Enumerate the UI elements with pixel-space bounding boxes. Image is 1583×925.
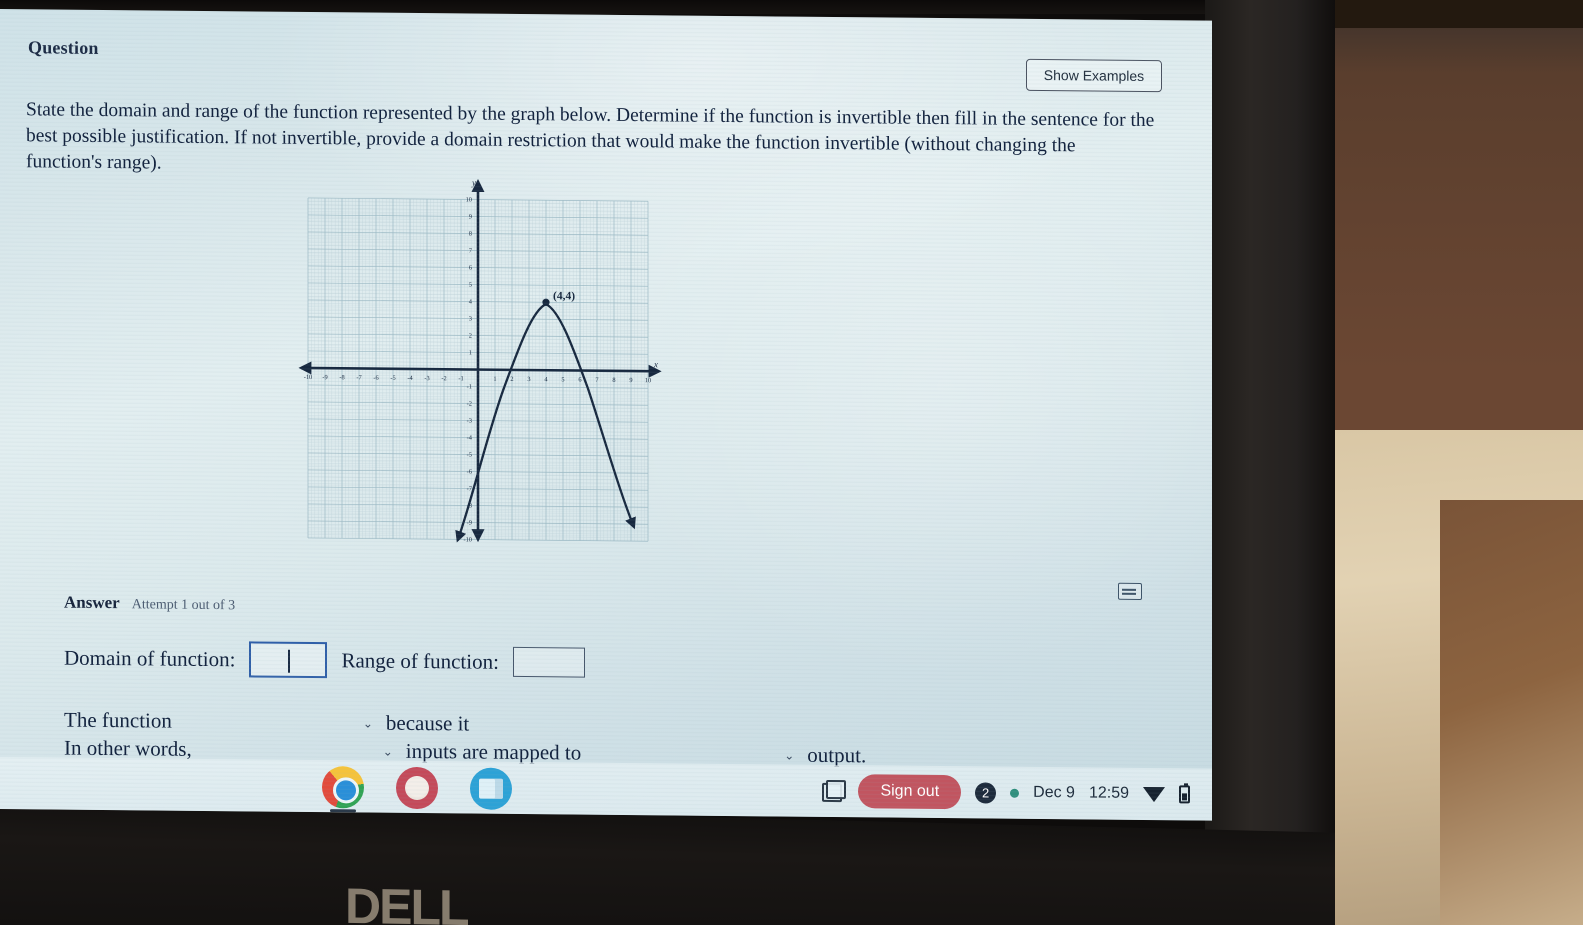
svg-text:10: 10: [466, 196, 472, 203]
svg-text:3: 3: [527, 376, 530, 383]
svg-text:5: 5: [561, 376, 564, 383]
screencast-icon[interactable]: [822, 780, 844, 802]
svg-text:-8: -8: [339, 374, 344, 381]
taskbar-app-icons: [322, 766, 512, 810]
svg-text:-1: -1: [467, 383, 472, 390]
answer-header: Answer Attempt 1 out of 3: [64, 593, 235, 615]
svg-text:-10: -10: [463, 536, 472, 543]
svg-text:-4: -4: [407, 375, 413, 382]
avatar-app-icon[interactable]: [396, 766, 438, 810]
svg-text:-6: -6: [467, 468, 472, 475]
x-axis-label: x: [653, 359, 658, 369]
function-graph: x y -10 -9 -8 -7 -6 -5 -4 -3 -2 -1 1 2 3 4 5 6 7…: [296, 172, 664, 548]
vertex-point: [542, 298, 550, 306]
svg-text:-2: -2: [467, 400, 472, 407]
x-axis: [298, 361, 662, 378]
chevron-down-icon[interactable]: ⌄: [380, 744, 396, 758]
svg-text:-5: -5: [467, 451, 472, 458]
photo-of-laptop-screen: DELL Question Show Examples State the do…: [0, 0, 1583, 925]
svg-text:1: 1: [469, 350, 472, 357]
svg-text:9: 9: [629, 377, 632, 384]
sentence2-spacer-2: [581, 753, 781, 755]
svg-text:5: 5: [469, 282, 472, 289]
svg-text:4: 4: [544, 376, 548, 383]
page-title: Question: [28, 37, 99, 58]
system-tray: Sign out 2 Dec 9 12:59: [822, 774, 1190, 812]
svg-text:-2: -2: [441, 375, 446, 382]
domain-input[interactable]: [249, 641, 328, 679]
svg-text:1: 1: [493, 376, 496, 383]
laptop-screen: Question Show Examples State the domain …: [0, 9, 1212, 821]
svg-text:-9: -9: [322, 374, 327, 381]
svg-text:-4: -4: [467, 434, 473, 441]
sentence1-mid: because it: [385, 710, 470, 736]
svg-text:10: 10: [645, 377, 651, 384]
svg-text:2: 2: [469, 333, 472, 340]
svg-text:-1: -1: [458, 375, 463, 382]
svg-text:4: 4: [469, 299, 473, 306]
show-examples-button[interactable]: Show Examples: [1026, 58, 1162, 93]
justification-sentence-row-1: The function ⌄ because it: [64, 708, 469, 737]
svg-text:2: 2: [510, 376, 513, 383]
svg-text:7: 7: [595, 377, 599, 384]
sign-out-button[interactable]: Sign out: [858, 774, 962, 810]
text-caret: [288, 649, 290, 673]
blue-app-icon[interactable]: [470, 767, 512, 810]
notification-badge[interactable]: 2: [975, 781, 997, 804]
svg-text:6: 6: [578, 377, 581, 384]
svg-text:-3: -3: [467, 417, 472, 424]
svg-text:-3: -3: [424, 375, 429, 382]
svg-text:3: 3: [469, 316, 472, 323]
tray-date[interactable]: Dec 9: [1033, 784, 1075, 802]
y-axis-label: y: [471, 178, 476, 188]
graph-svg: x y -10 -9 -8 -7 -6 -5 -4 -3 -2 -1 1 2 3 4 5 6 7…: [298, 178, 662, 544]
range-label: Range of function:: [341, 647, 499, 674]
svg-text:9: 9: [469, 214, 472, 221]
svg-text:-7: -7: [356, 374, 362, 381]
sentence2-spacer-1: [192, 749, 380, 751]
chevron-down-icon[interactable]: ⌄: [781, 748, 797, 762]
background-desk-edge: [1440, 500, 1583, 925]
battery-icon[interactable]: [1179, 785, 1190, 804]
tray-time[interactable]: 12:59: [1089, 784, 1129, 802]
show-examples-label: Show Examples: [1043, 67, 1145, 84]
attempt-counter: Attempt 1 out of 3: [131, 597, 236, 614]
vertex-label: (4,4): [553, 290, 575, 302]
svg-text:7: 7: [469, 248, 473, 255]
question-prompt: State the domain and range of the functi…: [26, 97, 1156, 186]
domain-label: Domain of function:: [64, 645, 236, 671]
background-top-shadow: [1330, 0, 1583, 28]
chrome-icon[interactable]: [322, 766, 364, 809]
bezel-right: [1205, 0, 1335, 855]
svg-text:8: 8: [469, 231, 472, 238]
sentence1-spacer: [172, 721, 360, 723]
active-app-indicator: [330, 809, 356, 813]
svg-text:-5: -5: [390, 375, 395, 382]
status-dot: [1010, 788, 1020, 798]
prompt-line-2: possible justification. If not invertibl…: [26, 125, 1076, 174]
svg-text:-6: -6: [373, 375, 378, 382]
sentence1-start: The function: [64, 707, 172, 733]
wifi-icon[interactable]: [1143, 786, 1165, 802]
svg-text:-9: -9: [467, 519, 472, 526]
svg-text:8: 8: [612, 377, 615, 384]
chevron-down-icon[interactable]: ⌄: [360, 716, 376, 730]
svg-text:6: 6: [469, 265, 472, 272]
domain-range-row: Domain of function: Range of function:: [64, 640, 585, 681]
dell-brand-logo: DELL: [345, 877, 468, 925]
range-input[interactable]: [512, 646, 585, 678]
mini-tool-icon[interactable]: [1118, 582, 1142, 600]
answer-title: Answer: [64, 592, 120, 613]
svg-text:-10: -10: [304, 374, 313, 381]
